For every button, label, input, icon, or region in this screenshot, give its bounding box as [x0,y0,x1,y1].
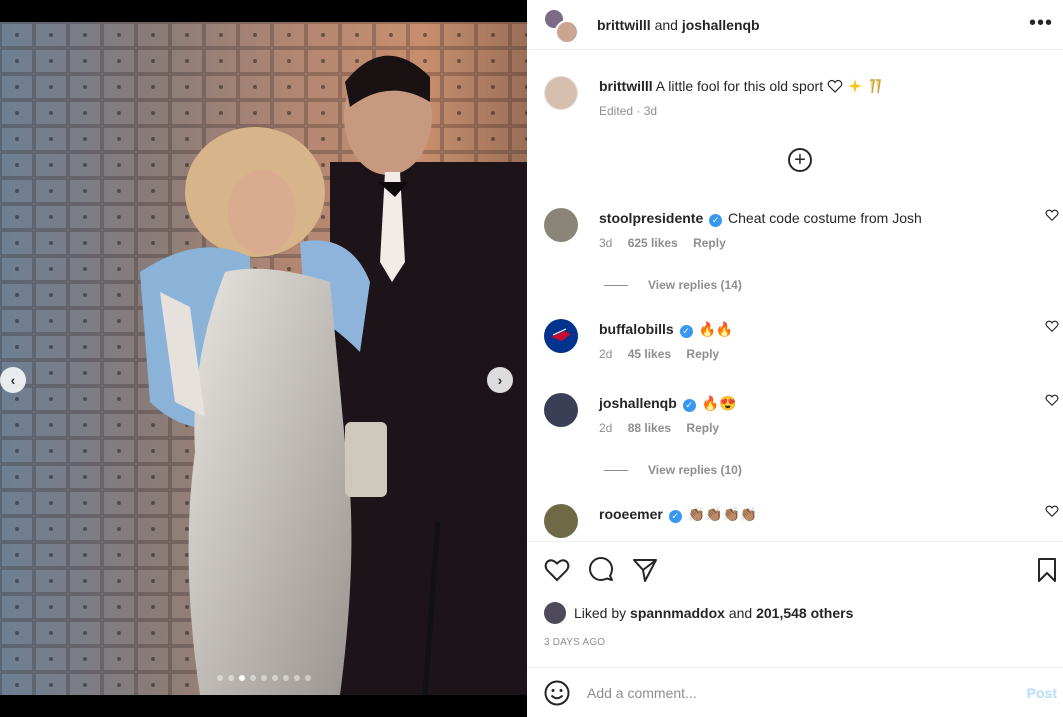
avatar[interactable] [544,393,578,427]
plus-circle-icon: + [794,149,806,171]
comment-time: 2d [599,347,613,361]
more-options-button[interactable]: ••• [1029,12,1053,35]
view-replies-label: View replies (14) [648,278,742,292]
carousel-dot [216,675,223,681]
liked-by-and: and [728,605,753,621]
post-timestamp: 3 DAYS AGO [544,637,606,648]
comment-username[interactable]: stoolpresidente [599,210,703,226]
heart-outline-emoji-icon [827,79,843,93]
view-replies-label: View replies (10) [648,463,742,477]
comment-emoji: 👏🏽👏🏽👏🏽👏🏽 [687,506,758,522]
carousel-next-button[interactable]: › [487,367,513,393]
post-header: brittwilll and joshallenqb ••• [527,0,1063,50]
author-link[interactable]: joshallenqb [682,17,760,33]
liked-by-prefix: Liked by [574,605,627,621]
reply-button[interactable]: Reply [686,347,719,361]
like-heart-icon[interactable] [543,556,571,584]
carousel-dot [304,675,311,681]
post-comment-button[interactable]: Post [1027,685,1057,701]
and-text: and [654,16,678,33]
comments-section: brittwilll A little fool for this old sp… [527,50,1063,541]
comment-text: joshallenqb ✓ 🔥😍 [599,393,736,413]
save-bookmark-icon[interactable] [1033,556,1061,584]
comment-meta: 2d 45 likes Reply [599,347,731,361]
like-comment-heart-icon[interactable] [1045,504,1059,518]
comment-emoji: 🔥😍 [701,395,737,411]
comment-username[interactable]: buffalobills [599,321,674,337]
comment-emoji: 🔥🔥 [698,321,734,337]
comment-text: rooeemer ✓ 👏🏽👏🏽👏🏽👏🏽 [599,504,757,524]
like-comment-heart-icon[interactable] [1045,319,1059,333]
carousel-dot [293,675,300,681]
carousel-dot [249,675,256,681]
chevron-right-icon: › [497,372,503,388]
carousel-dot [227,675,234,681]
avatar[interactable] [544,504,578,538]
carousel-dot [238,675,245,681]
media-pane: ‹ › [0,0,527,717]
carousel-dot [271,675,278,681]
avatar [555,19,579,44]
comment-text: buffalobills ✓ 🔥🔥 [599,319,733,339]
likes-count[interactable]: 201,548 others [756,605,853,621]
like-comment-heart-icon[interactable] [1045,393,1059,407]
champagne-glasses-emoji-icon [869,79,881,94]
sparkles-emoji-icon [847,79,862,93]
load-more-comments-button[interactable]: + [788,148,812,172]
reply-button[interactable]: Reply [686,421,719,435]
liked-by: Liked by spannmaddox and 201,548 others [544,602,853,624]
comment-likes[interactable]: 45 likes [628,347,671,361]
replies-divider [604,284,628,286]
avatar[interactable] [544,319,578,353]
author-link[interactable]: brittwilll [597,17,651,33]
comment-input[interactable] [587,684,1007,701]
photo-illustration [0,22,527,695]
carousel-dot [260,675,267,681]
add-comment-bar: Post [527,667,1063,717]
collab-avatars[interactable] [543,7,579,44]
view-replies-button[interactable]: View replies (10) [604,463,742,477]
caption-body: A little fool for this old sport [655,78,824,94]
liked-by-user[interactable]: spannmaddox [630,605,725,621]
comment-meta: 3d 625 likes Reply [599,236,738,250]
post-actions: Liked by spannmaddox and 201,548 others … [527,541,1063,667]
view-replies-button[interactable]: View replies (14) [604,278,742,292]
comment-username[interactable]: rooeemer [599,506,663,522]
share-paper-plane-icon[interactable] [631,556,659,584]
bills-logo-icon [551,328,571,341]
more-horizontal-icon: ••• [1028,12,1053,34]
verified-badge-icon: ✓ [679,325,693,338]
replies-divider [604,469,628,471]
chevron-left-icon: ‹ [10,372,16,388]
post-modal: ‹ › brittwilll and joshallenqb ••• britt… [0,0,1063,717]
verified-badge-icon: ✓ [709,214,723,227]
emoji-smile-icon[interactable] [543,679,571,707]
comment-likes[interactable]: 88 likes [628,421,671,435]
carousel-indicator [0,675,527,681]
carousel-dot [282,675,289,681]
comment-time: 3d [599,236,613,250]
comment-text: stoolpresidente ✓ Cheat code costume fro… [599,208,922,228]
post-photo[interactable]: ‹ › [0,22,527,695]
avatar[interactable] [544,208,578,242]
comment-likes[interactable]: 625 likes [628,236,678,250]
reply-button[interactable]: Reply [693,236,726,250]
avatar[interactable] [544,76,578,110]
comment-username[interactable]: joshallenqb [599,395,677,411]
verified-badge-icon: ✓ [682,399,696,412]
post-details-panel: brittwilll and joshallenqb ••• brittwill… [527,0,1063,717]
verified-badge-icon: ✓ [668,510,682,523]
comment-body: Cheat code costume from Josh [728,210,922,226]
avatar[interactable] [544,602,566,624]
caption-meta: Edited · 3d [599,104,658,118]
carousel-prev-button[interactable]: ‹ [0,367,26,393]
caption-username[interactable]: brittwilll [599,78,653,94]
comment-time: 2d [599,421,613,435]
comment-bubble-icon[interactable] [587,556,615,584]
comment-meta: 2d 88 likes Reply [599,421,731,435]
caption-text: brittwilll A little fool for this old sp… [599,76,883,96]
like-comment-heart-icon[interactable] [1045,208,1059,222]
post-authors: brittwilll and joshallenqb [597,17,760,33]
